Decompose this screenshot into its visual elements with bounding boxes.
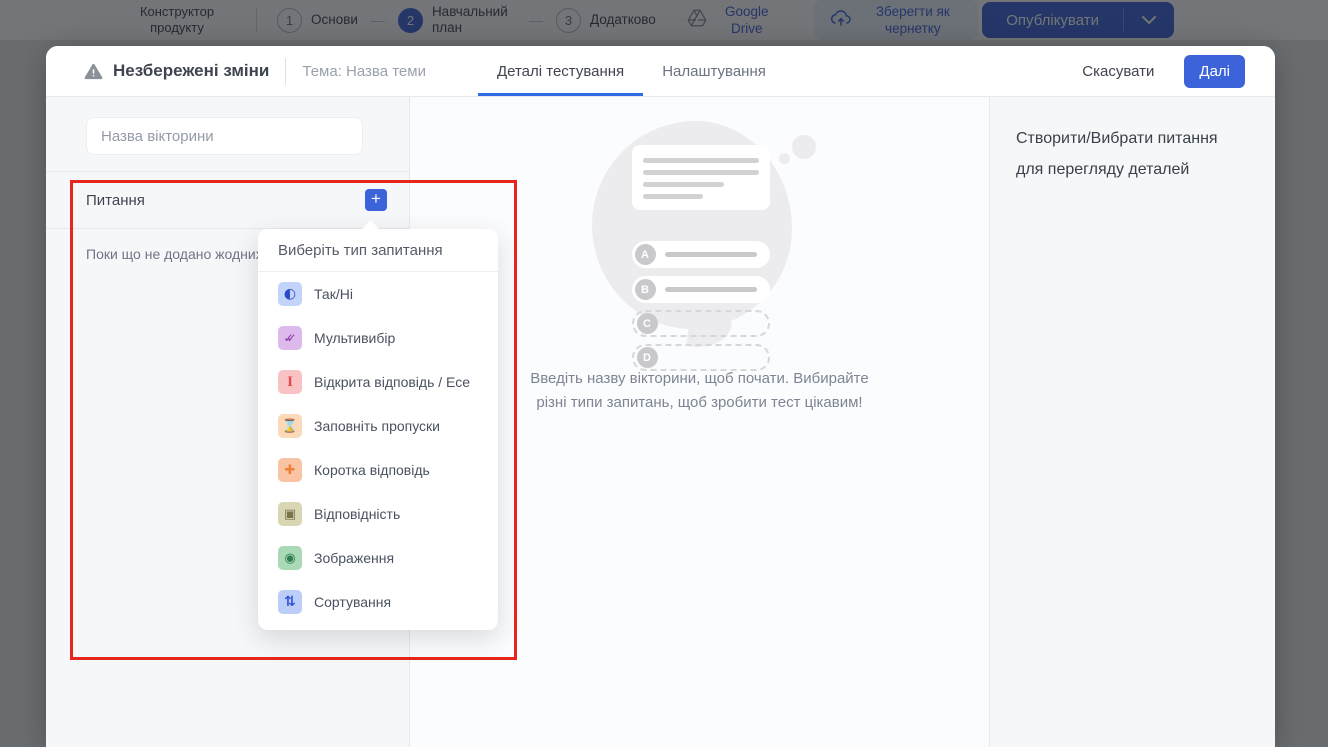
question-type-yes-no[interactable]: ◐ Так/Ні xyxy=(258,272,498,316)
option-c-badge: C xyxy=(636,313,658,334)
plus-icon: + xyxy=(371,189,381,208)
option-a-badge: A xyxy=(634,244,656,265)
bubble-dot-small xyxy=(778,153,790,164)
next-button[interactable]: Далі xyxy=(1184,54,1245,88)
topic-subtitle: Тема: Назва теми xyxy=(302,62,426,80)
option-b-badge: B xyxy=(634,279,656,300)
tab-test-details[interactable]: Деталі тестування xyxy=(477,46,644,96)
modal-body: Питання + Поки що не додано жодних xyxy=(46,97,1275,747)
quiz-name-input[interactable] xyxy=(86,117,363,155)
hourglass-icon: ⌛ xyxy=(278,414,302,438)
short-answer-icon: ✚ xyxy=(278,458,302,482)
warning-icon xyxy=(84,63,103,79)
questions-header-row: Питання + xyxy=(46,172,409,228)
dropdown-title: Виберіть тип запитання xyxy=(258,229,498,272)
option-c-placeholder: C xyxy=(631,310,770,337)
sort-icon: ⇅ xyxy=(278,590,302,614)
yes-no-icon: ◐ xyxy=(278,282,302,306)
question-card-placeholder xyxy=(631,145,770,210)
question-type-image[interactable]: ◉ Зображення xyxy=(258,536,498,580)
question-type-sorting[interactable]: ⇅ Сортування xyxy=(258,580,498,624)
question-type-multiple-choice[interactable]: ✓✓ Мультивибір xyxy=(258,316,498,360)
unsaved-changes-title: Незбережені зміни xyxy=(113,61,270,80)
cancel-button[interactable]: Скасувати xyxy=(1082,63,1154,80)
hint-line-2: різні типи запитань, щоб зробити тест ці… xyxy=(536,394,863,411)
quiz-name-field-wrap xyxy=(46,117,409,155)
question-type-short-answer[interactable]: ✚ Коротка відповідь xyxy=(258,448,498,492)
modal-header: Незбережені зміни Тема: Назва теми Детал… xyxy=(46,46,1275,97)
question-type-matching[interactable]: ▣ Відповідність xyxy=(258,492,498,536)
question-type-open-answer-essay[interactable]: I Відкрита відповідь / Есе xyxy=(258,360,498,404)
add-question-button[interactable]: + xyxy=(365,189,387,211)
header-actions: Скасувати Далі xyxy=(1082,54,1245,88)
question-type-fill-blanks[interactable]: ⌛ Заповніть пропуски xyxy=(258,404,498,448)
modal-tabs: Деталі тестування Налаштування xyxy=(477,46,785,96)
quiz-builder-modal: Незбережені зміни Тема: Назва теми Детал… xyxy=(46,46,1275,747)
option-b-placeholder: B xyxy=(631,276,770,303)
option-d-badge: D xyxy=(636,347,658,368)
questions-header: Питання xyxy=(86,191,145,209)
empty-state-hint: Введіть назву вікторини, щоб почати. Виб… xyxy=(530,367,868,415)
question-type-dropdown: Виберіть тип запитання ◐ Так/Ні ✓✓ Мульт… xyxy=(258,220,498,630)
quiz-illustration: A B C D xyxy=(580,113,820,371)
details-panel-hint: Створити/Вибрати питання для перегляду д… xyxy=(1016,130,1218,178)
header-divider xyxy=(285,57,287,85)
multiple-choice-icon: ✓✓ xyxy=(278,326,302,350)
details-panel: Створити/Вибрати питання для перегляду д… xyxy=(989,97,1275,747)
option-a-placeholder: A xyxy=(631,241,770,268)
essay-icon: I xyxy=(278,370,302,394)
camera-icon: ◉ xyxy=(278,546,302,570)
matching-icon: ▣ xyxy=(278,502,302,526)
tab-settings[interactable]: Налаштування xyxy=(643,46,785,96)
option-d-placeholder: D xyxy=(631,344,770,371)
bubble-dot-large xyxy=(791,135,816,159)
